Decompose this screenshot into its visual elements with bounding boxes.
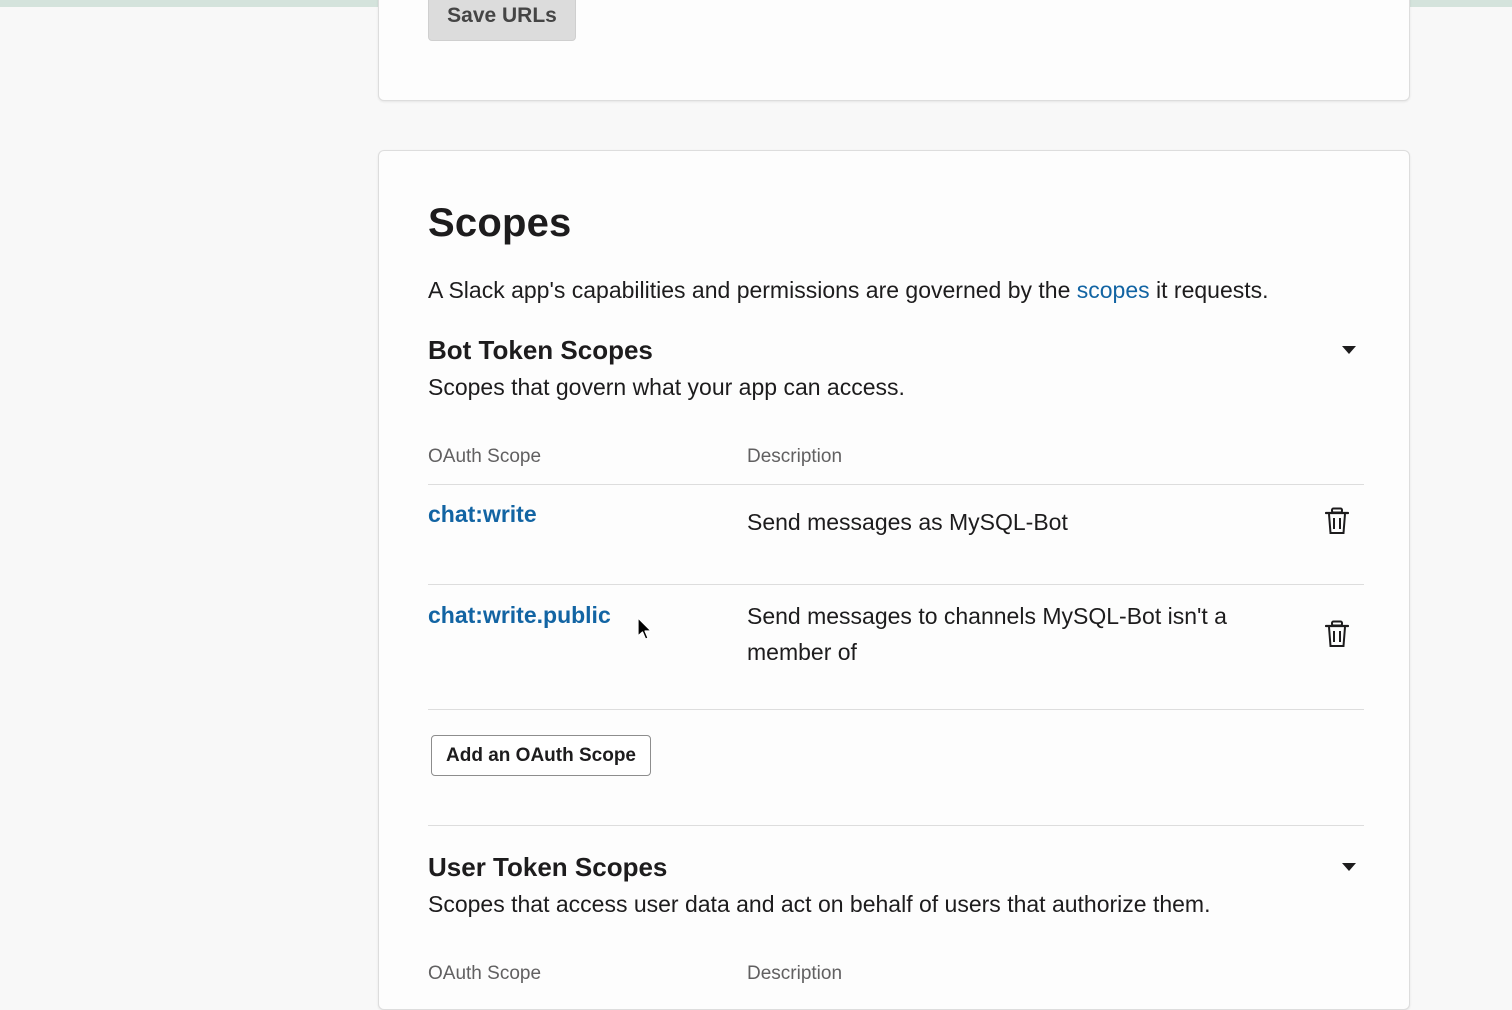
scopes-desc-text-end: it requests. <box>1149 277 1269 303</box>
divider <box>428 709 1364 710</box>
divider <box>428 584 1364 585</box>
add-oauth-scope-button[interactable]: Add an OAuth Scope <box>431 735 651 776</box>
bot-token-scopes-subtitle: Scopes that govern what your app can acc… <box>428 374 905 400</box>
user-token-scopes-subtitle: Scopes that access user data and act on … <box>428 891 1211 917</box>
scopes-title: Scopes <box>428 201 572 245</box>
user-token-scopes-title: User Token Scopes <box>428 852 668 882</box>
redirect-urls-card: Save URLs <box>378 0 1410 101</box>
trash-icon[interactable] <box>1325 507 1349 535</box>
bot-token-scopes-title: Bot Token Scopes <box>428 335 653 365</box>
scopes-desc-text: A Slack app's capabilities and permissio… <box>428 277 1077 303</box>
scopes-link[interactable]: scopes <box>1077 277 1150 303</box>
scope-description: Send messages as MySQL-Bot <box>747 509 1068 535</box>
mouse-cursor-icon <box>637 617 652 640</box>
section-divider <box>428 825 1364 826</box>
scopes-description: A Slack app's capabilities and permissio… <box>428 277 1269 304</box>
save-urls-button[interactable]: Save URLs <box>428 0 576 41</box>
column-header-description: Description <box>747 446 843 467</box>
divider <box>428 484 1364 485</box>
scope-name-link[interactable]: chat:write <box>428 501 537 528</box>
trash-icon[interactable] <box>1325 620 1349 648</box>
scope-name-link[interactable]: chat:write.public <box>428 602 611 629</box>
column-header-oauth-scope: OAuth Scope <box>428 446 542 467</box>
caret-down-icon[interactable] <box>1342 346 1356 354</box>
scopes-card: Scopes A Slack app's capabilities and pe… <box>378 150 1410 1010</box>
caret-down-icon[interactable] <box>1342 863 1356 871</box>
scope-description: Send messages to channels MySQL-Bot isn'… <box>747 603 1227 665</box>
